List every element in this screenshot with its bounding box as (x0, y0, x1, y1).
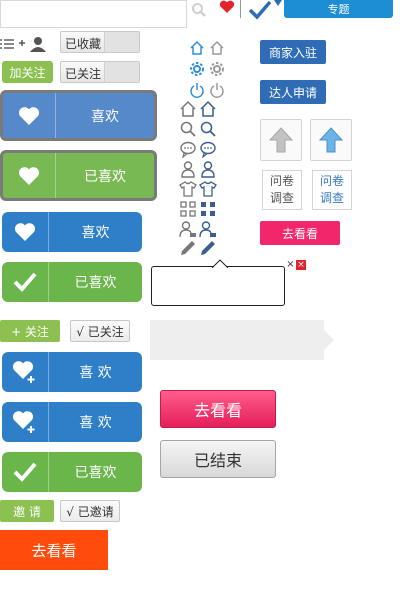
go-see-button-pink[interactable]: 去看看 (160, 390, 276, 428)
plus-follow-label: + 关注 (11, 324, 49, 339)
search-input[interactable] (0, 0, 187, 28)
check-icon[interactable] (248, 0, 272, 20)
survey-label-2: 调查 (319, 191, 344, 205)
go-see-label: 去看看 (193, 401, 242, 420)
expert-apply-label: 达人申请 (268, 85, 317, 100)
tooltip-box (151, 266, 285, 306)
list-icon[interactable] (0, 38, 14, 50)
pill-tail (104, 32, 139, 52)
user-lock-icon-gray[interactable] (179, 220, 197, 238)
merchant-join-button[interactable]: 商家入驻 (260, 40, 326, 64)
power-icon-blue[interactable] (189, 82, 205, 98)
caret-icon (274, 0, 282, 6)
check-icon (2, 262, 48, 302)
user-icon-navy[interactable] (199, 160, 217, 178)
gear-icon-gray[interactable] (209, 61, 225, 77)
invite-button[interactable]: 邀 请 (0, 500, 54, 522)
arrow-up-icon (318, 127, 344, 153)
topic-label: 专题 (327, 3, 350, 16)
invited-check-button[interactable]: √ 已邀请 (60, 500, 120, 522)
search-icon[interactable] (191, 2, 207, 18)
comment-icon-navy[interactable] (199, 140, 217, 158)
followed-label: 已关注 (65, 67, 102, 81)
add-user-icon[interactable] (18, 36, 48, 52)
shirt-icon-navy[interactable] (199, 180, 217, 198)
ended-label: 已结束 (193, 451, 242, 470)
go-see-button-orange[interactable]: 去看看 (0, 530, 108, 570)
liked-label: 已喜欢 (55, 153, 154, 198)
plus-follow-button[interactable]: + 关注 (0, 320, 60, 342)
liked-check-button[interactable]: 已喜欢 (2, 262, 142, 302)
home-icon-gray[interactable] (179, 100, 197, 118)
back-to-top-button-gray[interactable] (260, 119, 302, 161)
like-button[interactable]: 喜欢 (2, 212, 142, 252)
home-icon-navy[interactable] (199, 100, 217, 118)
survey-button-gray[interactable]: 问卷 调查 (262, 170, 302, 210)
home-icon-gray[interactable] (209, 40, 225, 56)
go-see-label: 去看看 (31, 541, 77, 560)
survey-button-blue[interactable]: 问卷 调查 (312, 170, 352, 210)
heart-icon (3, 153, 55, 198)
close-icon-red[interactable]: × (296, 260, 306, 270)
close-icon[interactable]: × (286, 260, 295, 270)
divider (240, 0, 241, 18)
invited-check-label: √ 已邀请 (66, 504, 114, 519)
ended-button[interactable]: 已结束 (160, 440, 276, 478)
grid-icon-gray[interactable] (179, 200, 197, 218)
check-icon (2, 452, 48, 492)
search-icon-gray[interactable] (179, 120, 197, 138)
survey-label-1: 问卷 (319, 174, 344, 188)
tooltip-arrow (212, 259, 228, 268)
favorited-label: 已收藏 (65, 37, 102, 51)
heart-icon (2, 212, 48, 252)
expert-apply-button[interactable]: 达人申请 (260, 80, 326, 104)
survey-label-1: 问卷 (269, 174, 294, 188)
bubble-arrow (324, 330, 334, 350)
add-follow-label: 加关注 (9, 65, 46, 80)
liked-label: 已喜欢 (48, 262, 142, 302)
invite-label: 邀 请 (13, 504, 41, 519)
grid-icon-navy[interactable] (199, 200, 217, 218)
like-label: 喜 欢 (48, 402, 142, 442)
like-label: 喜欢 (48, 212, 142, 252)
go-see-button-small[interactable]: 去看看 (260, 221, 340, 245)
pencil-icon-navy[interactable] (199, 240, 217, 256)
shirt-icon-gray[interactable] (179, 180, 197, 198)
like-button-bordered[interactable]: 喜欢 (0, 90, 157, 141)
heart-plus-icon (2, 352, 48, 392)
pencil-icon-gray[interactable] (179, 240, 197, 256)
pill-tail (104, 62, 139, 82)
arrow-up-icon (268, 127, 294, 153)
heart-icon (3, 93, 55, 138)
liked-button-bordered[interactable]: 已喜欢 (0, 150, 157, 201)
like-add-button[interactable]: 喜 欢 (2, 402, 142, 442)
followed-button[interactable]: 已关注 (60, 61, 140, 83)
followed-check-label: √ 已关注 (76, 324, 124, 339)
user-lock-icon-navy[interactable] (199, 220, 217, 238)
heart-plus-icon (2, 402, 48, 442)
survey-label-2: 调查 (269, 191, 294, 205)
like-label: 喜欢 (55, 93, 154, 138)
gear-icon-blue[interactable] (189, 61, 205, 77)
go-see-label: 去看看 (281, 226, 318, 241)
comment-icon-gray[interactable] (179, 140, 197, 158)
topic-button[interactable]: 专题 (284, 0, 393, 18)
liked-check-button[interactable]: 已喜欢 (2, 452, 142, 492)
add-follow-button[interactable]: 加关注 (2, 61, 53, 83)
home-icon-blue[interactable] (189, 40, 205, 56)
back-to-top-button-blue[interactable] (310, 119, 352, 161)
user-icon-gray[interactable] (179, 160, 197, 178)
followed-check-button[interactable]: √ 已关注 (70, 320, 130, 342)
merchant-join-label: 商家入驻 (268, 45, 317, 60)
power-icon-gray[interactable] (209, 82, 225, 98)
favorited-button[interactable]: 已收藏 (60, 31, 140, 53)
bubble-box (150, 320, 324, 360)
heart-icon[interactable] (219, 0, 235, 14)
like-add-button[interactable]: 喜 欢 (2, 352, 142, 392)
like-label: 喜 欢 (48, 352, 142, 392)
liked-label: 已喜欢 (48, 452, 142, 492)
search-icon-navy[interactable] (199, 120, 217, 138)
